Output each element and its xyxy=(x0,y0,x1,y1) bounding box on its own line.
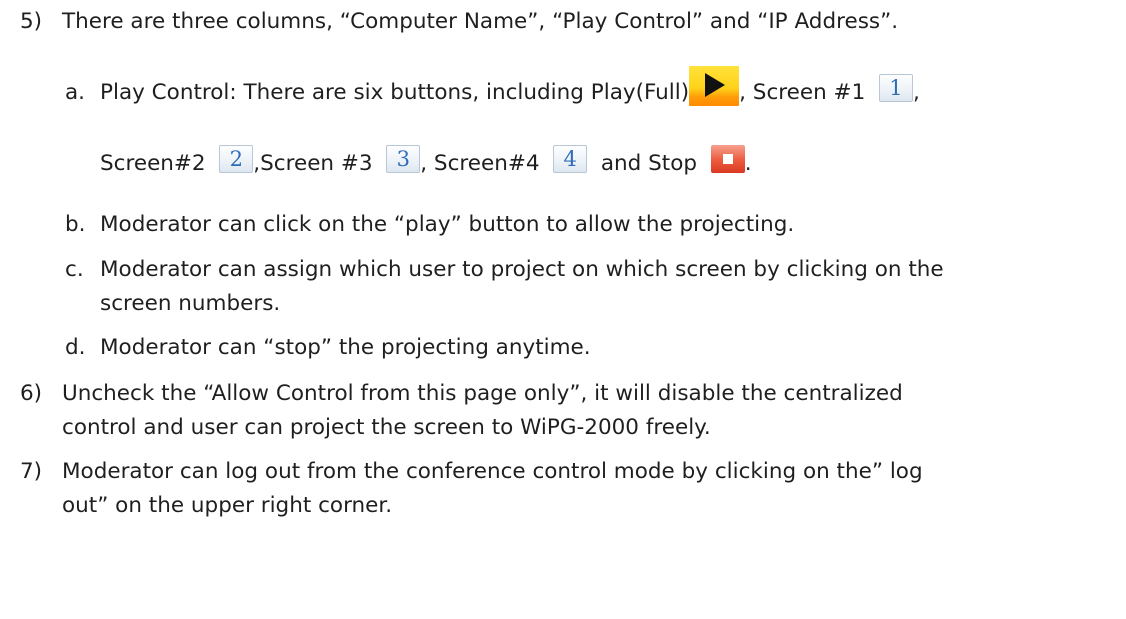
sub-item-text: Moderator can “stop” the projecting anyt… xyxy=(100,335,591,360)
list-item-text-line2: out” on the upper right corner. xyxy=(62,493,393,518)
period: . xyxy=(744,151,752,176)
list-item-text: There are three columns, “Computer Name”… xyxy=(62,9,899,34)
screen3-label: ,Screen #3 xyxy=(253,151,373,176)
stop-label: and Stop xyxy=(600,151,698,176)
list-item-text-line2: control and user can project the screen … xyxy=(62,415,711,440)
sub-item-text: Moderator can click on the “play” button… xyxy=(100,212,795,237)
list-item-7: 7) Moderator can log out from the confer… xyxy=(20,458,923,518)
sub-item-a-line1: a. Play Control: There are six buttons, … xyxy=(65,66,920,107)
screen-2-icon: 2 xyxy=(219,145,254,173)
sub-item-text-line1: Moderator can assign which user to proje… xyxy=(100,257,944,282)
list-number: 7) xyxy=(20,459,43,484)
list-item-text-line1: Uncheck the “Allow Control from this pag… xyxy=(62,381,903,406)
screen-1-icon: 1 xyxy=(878,74,913,102)
screen4-label: , Screen#4 xyxy=(420,151,540,176)
sub-item-letter: d. xyxy=(65,335,86,360)
sub-item-letter: c. xyxy=(65,257,84,282)
sub-item-letter: b. xyxy=(65,212,86,237)
list-number: 6) xyxy=(20,381,43,406)
list-number: 5) xyxy=(20,9,43,34)
screen-4-icon: 4 xyxy=(553,145,588,173)
list-item-5: 5) There are three columns, “Computer Na… xyxy=(20,8,898,36)
play-full-icon xyxy=(689,66,740,106)
screen2-label: Screen#2 xyxy=(100,151,206,176)
sub-item-letter: a. xyxy=(65,80,86,105)
list-item-text-line1: Moderator can log out from the conferenc… xyxy=(62,459,923,484)
sub-item-text-line2: screen numbers. xyxy=(100,291,281,316)
sub-item-c: c. Moderator can assign which user to pr… xyxy=(65,256,944,316)
screen-3-icon: 3 xyxy=(386,145,421,173)
sub-item-a-line2: Screen#2 2 ,Screen #3 3, Screen#4 4 and S… xyxy=(100,145,752,178)
comma: , xyxy=(912,80,920,105)
list-item-6: 6) Uncheck the “Allow Control from this … xyxy=(20,380,903,440)
stop-icon xyxy=(710,145,745,173)
sub-item-b: b. Moderator can click on the “play” but… xyxy=(65,211,794,239)
screen1-label: , Screen #1 xyxy=(739,80,866,105)
play-control-text: Play Control: There are six buttons, inc… xyxy=(100,80,690,105)
sub-item-d: d. Moderator can “stop” the projecting a… xyxy=(65,334,591,362)
